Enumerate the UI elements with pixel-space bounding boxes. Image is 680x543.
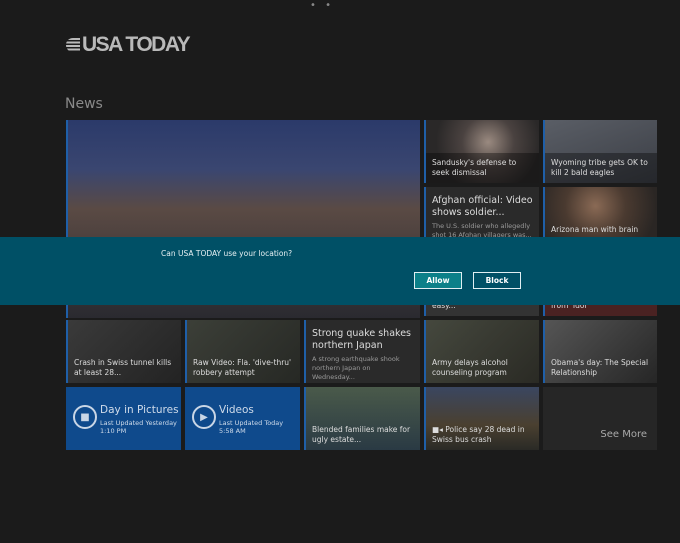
updated-time: 5:58 AM: [219, 427, 246, 435]
tile-title: Strong quake shakes northern Japan: [312, 328, 411, 351]
see-more-label: See More: [600, 429, 647, 440]
news-tile[interactable]: Raw Video: Fla. 'dive-thru' robbery atte…: [185, 320, 300, 383]
logo-text: USA TODAY: [82, 33, 191, 56]
tile-caption: Raw Video: Fla. 'dive-thru' robbery atte…: [193, 358, 292, 377]
camera-icon: ■: [73, 405, 97, 429]
tile-caption: Crash in Swiss tunnel kills at least 28.…: [74, 358, 172, 377]
news-tile[interactable]: Army delays alcohol counseling program: [424, 320, 539, 383]
day-in-pictures-tile[interactable]: ■ Day in Pictures Last Updated Yesterday 1:…: [66, 387, 181, 450]
tile-summary: A strong earthquake shook northern Japan…: [312, 355, 400, 381]
tile-title: Afghan official: Video shows soldier...: [432, 195, 533, 218]
tile-title: Videos: [219, 404, 254, 416]
tile-updated: Last Updated Yesterday 1:10 PM: [100, 419, 177, 435]
video-icon: ■◂: [432, 425, 446, 434]
section-title: News: [65, 96, 103, 112]
news-tile[interactable]: ■◂ Police say 28 dead in Swiss bus crash: [424, 387, 539, 450]
updated-label: Last Updated Yesterday: [100, 419, 177, 427]
news-tile[interactable]: Strong quake shakes northern Japan A stro…: [304, 320, 420, 383]
tile-caption: Army delays alcohol counseling program: [432, 358, 508, 377]
tile-caption: Obama's day: The Special Relationship: [551, 358, 649, 377]
block-button[interactable]: Block: [473, 272, 521, 289]
caption-text: Police say 28 dead in Swiss bus crash: [432, 425, 525, 444]
tile-caption: ■◂ Police say 28 dead in Swiss bus crash: [432, 425, 533, 445]
news-tile[interactable]: Obama's day: The Special Relationship: [543, 320, 657, 383]
tile-title: Day in Pictures: [100, 404, 179, 416]
tile-caption: Sandusky's defense to seek dismissal: [432, 158, 517, 177]
logo-globe-icon: [66, 38, 80, 52]
see-more-tile[interactable]: See More: [543, 387, 657, 450]
updated-time: 1:10 PM: [100, 427, 127, 435]
updated-label: Last Updated Today: [219, 419, 284, 427]
news-tile[interactable]: Blended families make for ugly estate...: [304, 387, 420, 450]
tile-caption: Blended families make for ugly estate...: [312, 425, 411, 444]
dialog-question: Can USA TODAY use your location?: [161, 249, 293, 258]
news-tile[interactable]: Sandusky's defense to seek dismissal: [424, 120, 539, 183]
news-tile[interactable]: Crash in Swiss tunnel kills at least 28.…: [66, 320, 181, 383]
videos-tile[interactable]: ▶ Videos Last Updated Today 5:58 AM: [185, 387, 300, 450]
tile-caption: Wyoming tribe gets OK to kill 2 bald eag…: [551, 158, 648, 177]
tile-updated: Last Updated Today 5:58 AM: [219, 419, 283, 435]
allow-button[interactable]: Allow: [414, 272, 462, 289]
news-tile[interactable]: Wyoming tribe gets OK to kill 2 bald eag…: [543, 120, 657, 183]
video-camera-icon: ▶: [192, 405, 216, 429]
window-grip: • •: [310, 0, 334, 11]
usa-today-logo: USA TODAY: [66, 33, 191, 57]
location-permission-dialog: Can USA TODAY use your location? Allow B…: [0, 237, 680, 305]
